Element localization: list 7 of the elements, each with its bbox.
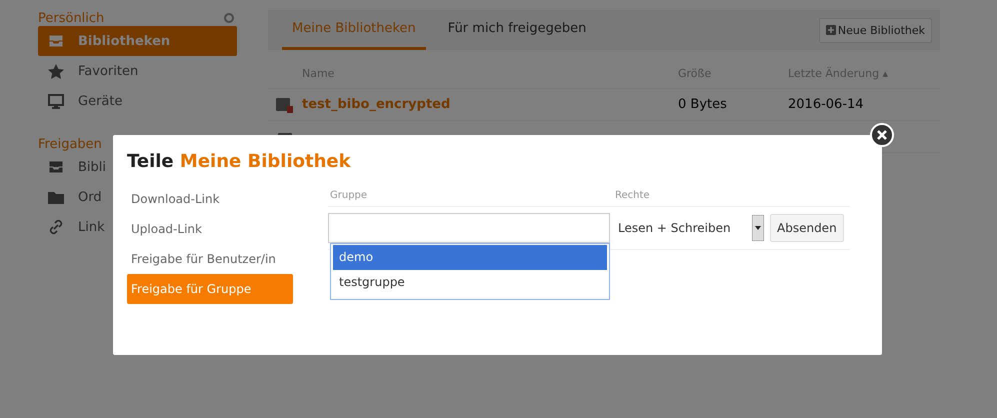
section-title: Freigaben <box>38 136 102 152</box>
section-title: Persönlich <box>38 10 104 26</box>
dialog-title: Teile Meine Bibliothek <box>127 151 352 172</box>
column-header: Gruppe <box>329 190 368 200</box>
column-header: Rechte <box>615 190 650 200</box>
library-date: 2016-06-14 <box>788 97 864 112</box>
library-size: 0 Bytes <box>678 97 727 112</box>
